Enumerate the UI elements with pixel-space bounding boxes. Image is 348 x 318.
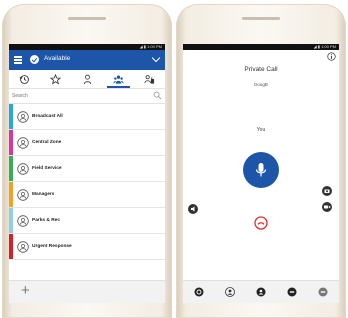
group-row[interactable]: Field Service (9, 156, 165, 182)
group-avatar-icon (17, 136, 29, 149)
call-title: Private Call (244, 66, 278, 73)
favorites-icon (50, 73, 62, 85)
tab-groups[interactable] (103, 70, 134, 88)
left-phone: ◢ ▮ 1:00 PM Available Search Broadcast A… (2, 4, 172, 318)
camera-icon[interactable] (322, 186, 332, 196)
menu-icon[interactable] (14, 56, 22, 64)
search-bar (9, 89, 165, 104)
group-row[interactable]: Managers (9, 182, 165, 208)
history-icon[interactable] (194, 287, 204, 297)
group-name: Managers (32, 192, 55, 197)
group-color-bar (9, 182, 13, 207)
group-avatar-icon (17, 214, 29, 227)
contacts-icon (83, 74, 91, 84)
search-input[interactable] (12, 92, 142, 100)
group-avatar-icon (17, 188, 29, 201)
group-row[interactable]: Central Zone (9, 130, 165, 156)
groups-icon (113, 75, 124, 84)
presence-label[interactable]: Available (44, 55, 70, 62)
group-name: Broadcast All (32, 114, 63, 119)
add-group-button[interactable]: + (21, 283, 30, 299)
status-time: ◢ ▮ 1:00 PM (313, 44, 336, 49)
talkgroups-icon (144, 74, 154, 84)
info-icon[interactable] (327, 52, 336, 61)
right-phone: ◢ ▮ 1:00 PM Private Call DougB You (176, 4, 346, 318)
minus-icon[interactable] (318, 287, 328, 297)
group-list: Broadcast All Central Zone Field Service Ma… (9, 104, 165, 260)
group-color-bar (9, 104, 13, 129)
microphone-icon (255, 163, 267, 177)
group-color-bar (9, 156, 13, 181)
group-color-bar (9, 208, 13, 233)
push-to-talk-button[interactable] (243, 152, 279, 188)
group-icon[interactable] (256, 287, 266, 297)
groups-screen: ◢ ▮ 1:00 PM Available Search Broadcast A… (9, 44, 165, 303)
group-color-bar (9, 234, 13, 259)
contact-icon[interactable] (224, 287, 235, 297)
tab-bar (9, 70, 165, 89)
group-name: Central Zone (32, 140, 62, 145)
talker-label: You (256, 127, 266, 133)
group-avatar-icon (17, 110, 29, 123)
call-screen: ◢ ▮ 1:00 PM Private Call DougB You (183, 44, 339, 303)
status-bar: ◢ ▮ 1:00 PM (183, 44, 339, 50)
group-name: Field Service (32, 166, 62, 171)
speaker-icon[interactable] (188, 204, 198, 214)
group-color-bar (9, 130, 13, 155)
tab-talkgroups[interactable] (134, 70, 165, 88)
end-call-icon[interactable] (254, 216, 268, 230)
search-icon[interactable] (153, 91, 162, 100)
alert-icon[interactable] (287, 287, 297, 297)
group-row[interactable]: Urgent Response (9, 234, 165, 260)
available-status-icon (30, 55, 39, 64)
group-avatar-icon (17, 162, 29, 175)
phone-speaker (68, 17, 106, 20)
chevron-down-icon[interactable] (151, 53, 161, 63)
video-icon[interactable] (322, 202, 332, 212)
group-row[interactable]: Parks & Rec (9, 208, 165, 234)
group-row[interactable]: Broadcast All (9, 104, 165, 130)
call-toolbar (183, 280, 339, 303)
group-avatar-icon (17, 240, 29, 253)
tab-favorites[interactable] (40, 70, 71, 88)
caller-name: DougB (254, 82, 268, 87)
group-name: Urgent Response (32, 244, 72, 249)
phone-speaker (242, 17, 280, 20)
tab-recent[interactable] (9, 70, 40, 88)
bottom-bar: + (9, 280, 165, 303)
tab-contacts[interactable] (71, 70, 102, 88)
group-name: Parks & Rec (32, 218, 60, 223)
recent-icon (19, 74, 29, 84)
top-bar: Available (9, 50, 165, 70)
